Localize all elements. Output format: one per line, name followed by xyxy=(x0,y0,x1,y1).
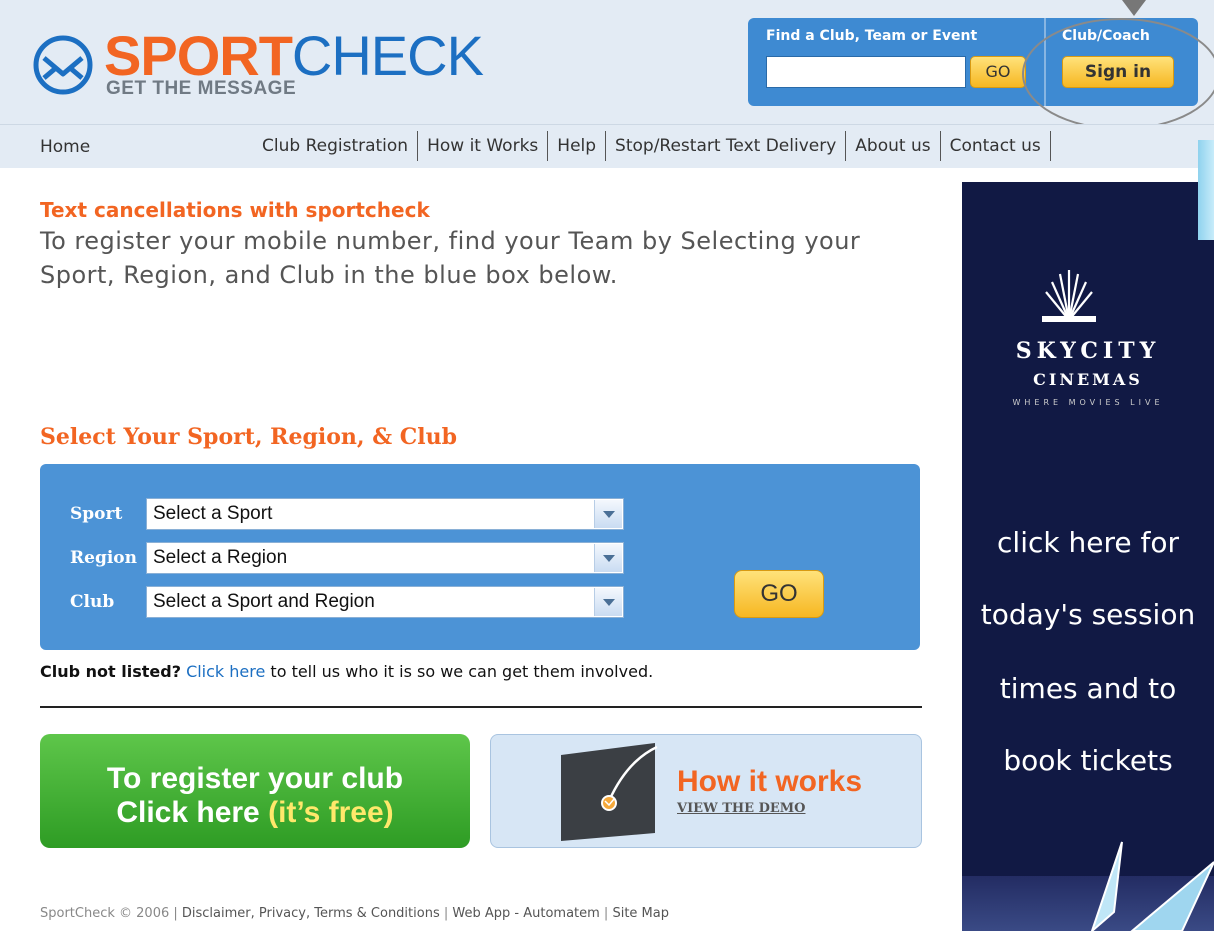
sport-select-value: Select a Sport xyxy=(153,503,273,524)
skycity-cinemas-ad[interactable]: SKYCITY CINEMAS WHERE MOVIES LIVE click … xyxy=(962,182,1214,931)
ad-brand-line2: CINEMAS xyxy=(1033,370,1143,389)
nav-about-us[interactable]: About us xyxy=(855,132,930,160)
ad-edge-decoration xyxy=(1198,140,1214,240)
logo[interactable]: SPORTCHECK GET THE MESSAGE xyxy=(32,26,552,106)
sport-select[interactable]: Select a Sport xyxy=(146,498,624,530)
club-note-strong: Club not listed? xyxy=(40,662,181,681)
how-it-works-demo[interactable]: How it works VIEW THE DEMO xyxy=(490,734,922,848)
site-header: SPORTCHECK GET THE MESSAGE Find a Club, … xyxy=(0,0,1214,130)
find-label: Find a Club, Team or Event xyxy=(766,28,978,44)
nav-contact-us[interactable]: Contact us xyxy=(950,132,1041,160)
nav-separator xyxy=(417,131,419,161)
nav-club-registration[interactable]: Club Registration xyxy=(262,132,408,160)
nav-separator xyxy=(845,131,847,161)
ad-brand-tagline: WHERE MOVIES LIVE xyxy=(1012,398,1164,407)
register-line2: Click here (it’s free) xyxy=(40,796,470,830)
club-note-text: to tell us who it is so we can get them … xyxy=(265,662,654,681)
nav-separator xyxy=(1049,131,1051,161)
ad-text-line: today's session xyxy=(980,598,1196,631)
footer-sitemap-link[interactable]: Site Map xyxy=(612,906,669,921)
nav-separator xyxy=(939,131,941,161)
logo-wordmark: SPORTCHECK xyxy=(104,28,484,84)
ad-text-line: times and to xyxy=(999,672,1177,705)
view-demo-link[interactable]: VIEW THE DEMO xyxy=(677,801,806,816)
ad-brand-line1: SKYCITY xyxy=(1015,338,1161,364)
highlight-circle xyxy=(1022,18,1214,130)
selector-go-button[interactable]: GO xyxy=(734,570,824,618)
region-select[interactable]: Select a Region xyxy=(146,542,624,574)
region-select-value: Select a Region xyxy=(153,547,288,568)
chevron-down-icon[interactable] xyxy=(594,588,622,616)
skycity-sunburst-logo-icon xyxy=(1042,270,1096,322)
club-select[interactable]: Select a Sport and Region xyxy=(146,586,624,618)
region-label: Region xyxy=(70,548,137,568)
divider xyxy=(40,706,922,708)
selector-title: Select Your Sport, Region, & Club xyxy=(40,424,457,450)
intro-text: To register your mobile number, find you… xyxy=(40,227,861,289)
find-go-button[interactable]: GO xyxy=(970,56,1026,88)
nav-separator xyxy=(547,131,549,161)
ad-text-line: book tickets xyxy=(1003,744,1173,777)
chevron-down-icon[interactable] xyxy=(594,544,622,572)
demo-title: How it works xyxy=(677,765,863,798)
footer: SportCheck © 2006 | Disclaimer, Privacy,… xyxy=(40,906,669,921)
intro-title: Text cancellations with sportcheck xyxy=(40,198,430,222)
nav-how-it-works[interactable]: How it Works xyxy=(427,132,538,160)
register-club-button[interactable]: To register your club Click here (it’s f… xyxy=(40,734,470,848)
nav-separator xyxy=(605,131,607,161)
register-click-here: Click here xyxy=(116,796,269,829)
nav-help[interactable]: Help xyxy=(557,132,596,160)
club-note-link[interactable]: Click here xyxy=(186,662,265,681)
footer-webapp-link[interactable]: Web App - Automatem xyxy=(452,906,599,921)
monitor-icon xyxy=(561,743,658,841)
logo-tagline: GET THE MESSAGE xyxy=(106,78,297,99)
nav-links: Club Registration How it Works Help Stop… xyxy=(262,131,1060,161)
ad-text-line: click here for xyxy=(997,526,1179,559)
club-not-listed-note: Club not listed? Click here to tell us w… xyxy=(40,662,653,681)
register-line1: To register your club xyxy=(106,762,404,795)
ad-decoration xyxy=(1090,841,1214,931)
register-free: (it’s free) xyxy=(268,796,394,829)
nav-stop-restart[interactable]: Stop/Restart Text Delivery xyxy=(615,132,836,160)
main-nav: Home Club Registration How it Works Help… xyxy=(0,124,1214,168)
sport-label: Sport xyxy=(70,504,123,524)
chevron-down-icon[interactable] xyxy=(594,500,622,528)
club-label: Club xyxy=(70,592,115,612)
footer-disclaimer-link[interactable]: Disclaimer, Privacy, Terms & Conditions xyxy=(182,906,440,921)
footer-copyright: SportCheck © 2006 | xyxy=(40,906,182,921)
club-select-value: Select a Sport and Region xyxy=(153,591,375,612)
logo-check: CHECK xyxy=(291,24,484,87)
find-search-input[interactable] xyxy=(766,56,966,88)
selector-box: Sport Select a Sport Region Select a Reg… xyxy=(40,464,920,650)
envelope-in-circle-icon xyxy=(33,35,93,95)
pointer-arrow-icon xyxy=(1122,0,1146,16)
nav-home-link[interactable]: Home xyxy=(40,137,90,157)
